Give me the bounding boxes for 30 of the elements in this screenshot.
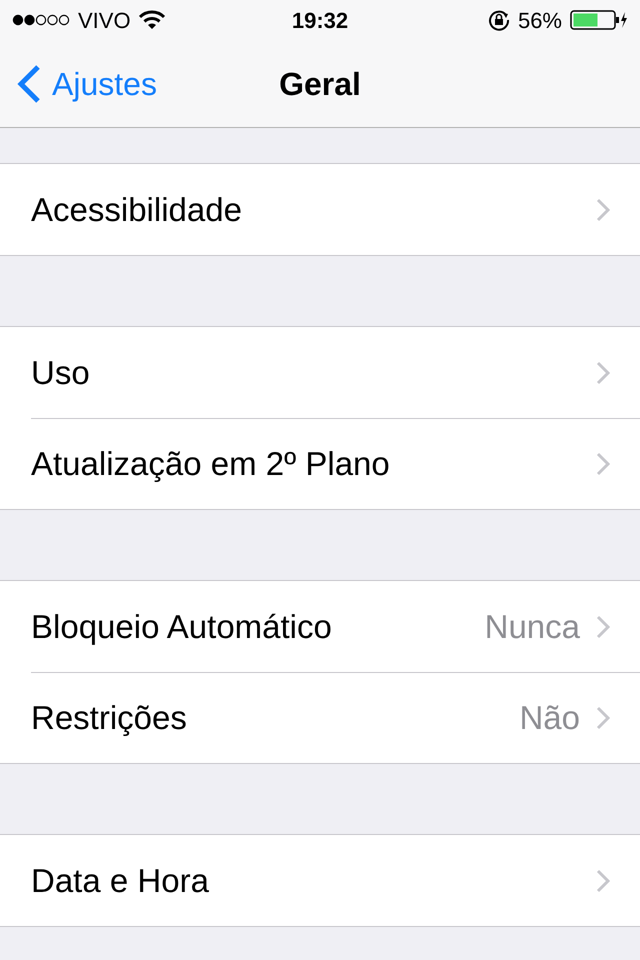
wifi-icon	[138, 10, 165, 30]
battery-percent: 56%	[518, 6, 562, 34]
chevron-icon	[596, 360, 610, 384]
battery-icon	[570, 10, 628, 30]
back-button[interactable]: Ajustes	[0, 60, 157, 108]
chevron-icon	[596, 706, 610, 730]
settings-row[interactable]: Acessibilidade	[31, 164, 640, 255]
row-label: Bloqueio Automático	[31, 606, 333, 647]
row-label: Uso	[31, 352, 91, 393]
settings-row[interactable]: Data e Hora	[31, 835, 640, 926]
row-value: Nunca	[484, 606, 580, 647]
settings-row[interactable]: Restrições Não	[31, 672, 640, 763]
rotation-lock-icon	[488, 9, 510, 31]
back-chevron-icon	[16, 64, 42, 104]
chevron-icon	[596, 452, 610, 476]
settings-row[interactable]: Uso	[31, 327, 640, 418]
settings-row[interactable]: Bloqueio Automático Nunca	[31, 581, 640, 672]
row-label: Acessibilidade	[31, 190, 243, 230]
row-value: Não	[519, 698, 580, 738]
status-time: 19:32	[292, 6, 348, 34]
signal-icon	[12, 14, 70, 26]
row-label: Atualização em 2º Plano	[31, 444, 391, 484]
chevron-icon	[596, 198, 610, 222]
settings-row[interactable]: Atualização em 2º Plano	[31, 418, 640, 509]
chevron-icon	[596, 614, 610, 638]
page-title: Geral	[279, 64, 361, 104]
carrier-name: VIVO	[78, 6, 131, 34]
row-label: Data e Hora	[31, 860, 210, 901]
row-label: Restrições	[31, 698, 188, 738]
chevron-icon	[596, 868, 610, 892]
